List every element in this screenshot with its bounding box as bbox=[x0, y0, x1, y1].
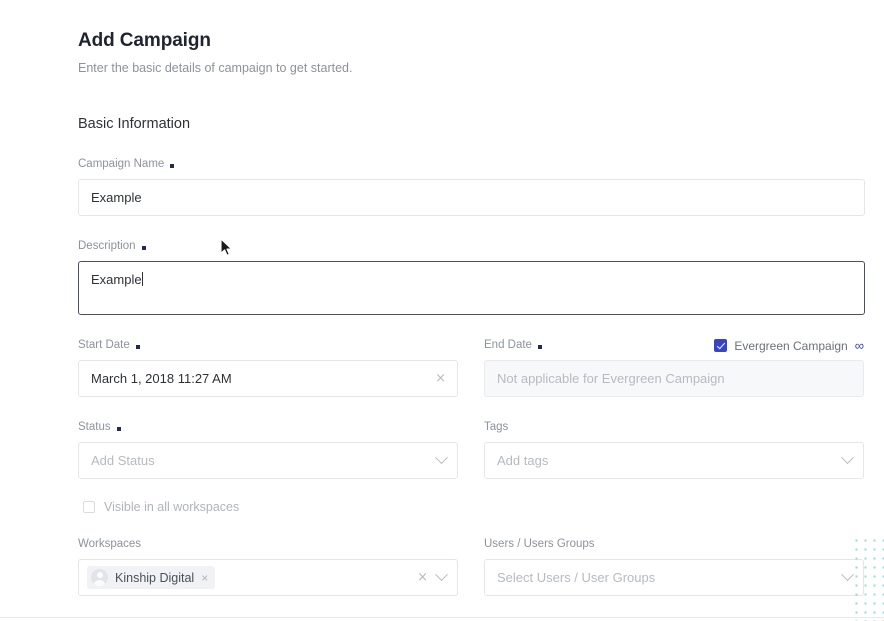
chevron-down-icon[interactable] bbox=[841, 451, 854, 465]
status-icons bbox=[435, 443, 448, 478]
close-icon[interactable]: × bbox=[435, 372, 446, 385]
start-date-label: Start Date bbox=[78, 338, 458, 353]
users-groups-select[interactable]: Select Users / User Groups bbox=[484, 559, 864, 596]
infinity-icon: ∞ bbox=[854, 338, 864, 353]
workspaces-select[interactable]: Kinship Digital × × bbox=[78, 559, 458, 596]
visible-in-all-workspaces-row[interactable]: Visible in all workspaces bbox=[78, 500, 865, 514]
required-dot-icon bbox=[170, 163, 175, 168]
text-cursor bbox=[141, 272, 143, 286]
start-date-input[interactable]: March 1, 2018 11:27 AM × bbox=[78, 360, 458, 397]
campaign-name-label-text: Campaign Name bbox=[78, 158, 165, 170]
tags-select[interactable]: Add tags bbox=[484, 442, 864, 479]
field-end-date: End Date Evergreen Campaign ∞ Not applic… bbox=[484, 338, 864, 397]
users-groups-label: Users / Users Groups bbox=[484, 537, 864, 552]
evergreen-checkbox[interactable] bbox=[714, 339, 728, 352]
required-dot-icon bbox=[135, 344, 140, 349]
users-groups-placeholder: Select Users / User Groups bbox=[497, 570, 656, 585]
required-dot-icon bbox=[116, 426, 121, 431]
workspace-chip[interactable]: Kinship Digital × bbox=[87, 566, 216, 589]
workspaces-label: Workspaces bbox=[78, 537, 458, 552]
workspaces-users-row: Workspaces Kinship Digital × × Users / U… bbox=[78, 537, 865, 596]
visible-all-workspaces-label: Visible in all workspaces bbox=[104, 500, 240, 514]
description-textarea[interactable]: Example bbox=[78, 261, 865, 315]
status-select[interactable]: Add Status bbox=[78, 442, 458, 479]
page-title: Add Campaign bbox=[78, 30, 211, 51]
description-label-text: Description bbox=[78, 240, 136, 252]
chip-close-icon[interactable]: × bbox=[201, 572, 208, 584]
visible-all-workspaces-checkbox[interactable] bbox=[83, 501, 95, 513]
end-date-label: End Date bbox=[484, 338, 542, 353]
field-users-groups: Users / Users Groups Select Users / User… bbox=[484, 537, 864, 596]
chevron-down-icon[interactable] bbox=[435, 568, 448, 582]
field-description: Description Example bbox=[78, 239, 865, 315]
end-date-label-row: End Date Evergreen Campaign ∞ bbox=[484, 338, 864, 353]
workspaces-label-text: Workspaces bbox=[78, 538, 142, 550]
evergreen-label: Evergreen Campaign bbox=[734, 338, 848, 353]
start-date-icons: × bbox=[435, 361, 446, 396]
add-campaign-form: Add Campaign Enter the basic details of … bbox=[0, 0, 884, 621]
tags-label-text: Tags bbox=[484, 421, 509, 433]
users-groups-label-text: Users / Users Groups bbox=[484, 538, 595, 550]
bottom-divider bbox=[0, 617, 884, 618]
tags-placeholder: Add tags bbox=[497, 453, 549, 468]
close-icon[interactable]: × bbox=[417, 571, 428, 584]
field-tags: Tags Add tags bbox=[484, 420, 864, 479]
chevron-down-icon[interactable] bbox=[435, 451, 448, 465]
required-dot-icon bbox=[537, 344, 542, 349]
campaign-name-label: Campaign Name bbox=[78, 157, 865, 172]
section-title-basic-information: Basic Information bbox=[78, 116, 191, 132]
page-subtitle: Enter the basic details of campaign to g… bbox=[78, 61, 353, 75]
user-avatar-icon bbox=[91, 569, 108, 586]
workspace-chip-label: Kinship Digital bbox=[115, 570, 195, 585]
status-label: Status bbox=[78, 420, 458, 435]
end-date-label-text: End Date bbox=[484, 339, 532, 351]
campaign-name-value: Example bbox=[91, 190, 142, 205]
start-date-label-text: Start Date bbox=[78, 339, 130, 351]
tags-label: Tags bbox=[484, 420, 864, 435]
status-label-text: Status bbox=[78, 421, 111, 433]
campaign-name-input[interactable]: Example bbox=[78, 179, 865, 216]
status-placeholder: Add Status bbox=[91, 453, 155, 468]
description-label: Description bbox=[78, 239, 865, 254]
field-workspaces: Workspaces Kinship Digital × × bbox=[78, 537, 458, 596]
start-date-value: March 1, 2018 11:27 AM bbox=[91, 371, 232, 386]
evergreen-campaign-toggle[interactable]: Evergreen Campaign ∞ bbox=[714, 339, 864, 353]
field-status: Status Add Status bbox=[78, 420, 458, 479]
tags-icons bbox=[841, 443, 854, 478]
users-groups-icons bbox=[841, 560, 854, 595]
end-date-placeholder: Not applicable for Evergreen Campaign bbox=[497, 371, 725, 386]
status-tags-row: Status Add Status Tags Add tags bbox=[78, 420, 865, 479]
workspaces-icons: × bbox=[417, 560, 448, 595]
end-date-input: Not applicable for Evergreen Campaign bbox=[484, 360, 864, 397]
required-dot-icon bbox=[141, 245, 146, 250]
description-value: Example bbox=[91, 272, 142, 287]
chevron-down-icon[interactable] bbox=[841, 568, 854, 582]
field-start-date: Start Date March 1, 2018 11:27 AM × bbox=[78, 338, 458, 397]
date-row: Start Date March 1, 2018 11:27 AM × End … bbox=[78, 338, 865, 397]
field-campaign-name: Campaign Name Example bbox=[78, 157, 865, 216]
